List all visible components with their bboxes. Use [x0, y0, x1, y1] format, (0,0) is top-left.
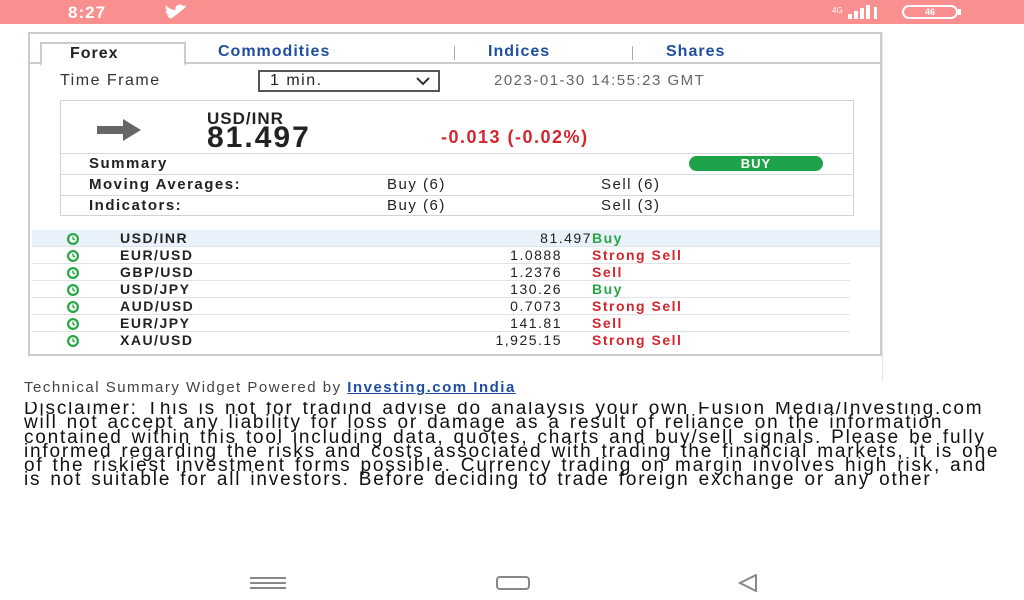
clock-icon: [67, 233, 79, 245]
pair-change: -0.013 (-0.02%): [441, 127, 589, 147]
indicators-sell: Sell (3): [601, 197, 661, 214]
arrow-right-icon: [97, 119, 141, 141]
table-row[interactable]: XAU/USD 1,925.15 Strong Sell: [32, 332, 850, 349]
table-row[interactable]: EUR/USD 1.0888 Strong Sell: [32, 247, 850, 264]
battery-tip: [958, 9, 961, 15]
quote-symbol: AUD/USD: [120, 298, 195, 314]
powered-by: Technical Summary Widget Powered by Inve…: [24, 379, 516, 396]
tab-label: Forex: [70, 45, 119, 62]
moving-averages-sell: Sell (6): [601, 176, 661, 193]
table-row[interactable]: EUR/JPY 141.81 Sell: [32, 315, 850, 332]
time-frame-select[interactable]: 1 min.: [258, 70, 440, 92]
quote-value: 130.26: [510, 281, 562, 297]
quote-symbol: EUR/USD: [120, 247, 194, 263]
status-bar: 8:27 4G 46: [0, 0, 1024, 24]
tab-separator: [632, 46, 633, 60]
indicators-row: Indicators: Buy (6) Sell (3): [61, 195, 853, 215]
tab-label: Indices: [488, 43, 551, 60]
quote-symbol: GBP/USD: [120, 264, 195, 280]
chevron-down-icon: [416, 77, 430, 86]
svg-text:4G: 4G: [832, 6, 843, 15]
quote-signal: Buy: [592, 281, 623, 297]
summary-row: Summary BUY: [61, 153, 853, 173]
clock-icon: [67, 318, 79, 330]
moving-averages-buy: Buy (6): [387, 176, 446, 193]
moving-averages-label: Moving Averages:: [89, 176, 242, 193]
time-frame-value: 1 min.: [270, 72, 323, 89]
indicators-buy: Buy (6): [387, 197, 446, 214]
quote-value: 1,925.15: [495, 332, 562, 348]
table-row[interactable]: USD/JPY 130.26 Buy: [32, 281, 850, 298]
quote-value: 1.2376: [510, 264, 562, 280]
investing-link[interactable]: Investing.com India: [347, 379, 516, 396]
tab-forex[interactable]: Forex: [40, 42, 186, 66]
time-frame-label: Time Frame: [60, 72, 161, 89]
quote-signal: Strong Sell: [592, 298, 683, 314]
quote-signal: Buy: [592, 230, 623, 246]
market-tabs: Forex Commodities Indices Shares: [30, 42, 880, 66]
twitter-icon: [165, 4, 187, 19]
quote-symbol: USD/JPY: [120, 281, 191, 297]
tab-shares[interactable]: Shares: [666, 42, 725, 64]
tab-indices[interactable]: Indices: [488, 42, 550, 64]
quote-value: 0.7073: [510, 298, 562, 314]
clock-icon: [67, 335, 79, 347]
quote-symbol: USD/INR: [120, 230, 189, 246]
clock-icon: [67, 267, 79, 279]
indicators-label: Indicators:: [89, 197, 183, 214]
summary-signal-badge: BUY: [689, 156, 823, 171]
quote-symbol: XAU/USD: [120, 332, 194, 348]
quote-value: 1.0888: [510, 247, 562, 263]
quote-signal: Strong Sell: [592, 332, 683, 348]
quote-signal: Strong Sell: [592, 247, 683, 263]
table-row[interactable]: AUD/USD 0.7073 Strong Sell: [32, 298, 850, 315]
quote-signal: Sell: [592, 264, 623, 280]
clock-icon: [67, 284, 79, 296]
quote-signal: Sell: [592, 315, 623, 331]
navigation-bar: [0, 566, 1024, 600]
battery-level: 46: [924, 7, 935, 17]
table-row[interactable]: USD/INR 81.497 Buy: [32, 230, 880, 247]
table-row[interactable]: GBP/USD 1.2376 Sell: [32, 264, 850, 281]
pair-summary: USD/INR 81.497 -0.013 (-0.02%) Summary B…: [60, 100, 854, 216]
tab-label: Commodities: [218, 43, 331, 60]
back-icon[interactable]: [738, 574, 758, 592]
tab-commodities[interactable]: Commodities: [218, 42, 330, 64]
recent-apps-icon[interactable]: [250, 576, 286, 590]
pair-price: 81.497: [207, 121, 311, 154]
technical-summary-widget: Forex Commodities Indices Shares Time Fr…: [28, 32, 882, 356]
powered-by-text: Technical Summary Widget Powered by: [24, 379, 348, 396]
tab-separator: [454, 46, 455, 60]
quote-value: 81.497: [540, 230, 592, 246]
clock-icon: [67, 250, 79, 262]
disclaimer-text: Disclaimer: This is not for tradind advi…: [24, 402, 1000, 491]
summary-label: Summary: [89, 155, 168, 172]
status-time: 8:27: [68, 3, 107, 22]
timestamp: 2023-01-30 14:55:23 GMT: [494, 72, 706, 89]
tab-label: Shares: [666, 43, 726, 60]
signal-icon: 4G: [832, 5, 877, 19]
home-icon[interactable]: [496, 576, 530, 590]
widget-frame-edge: [882, 32, 934, 382]
quote-symbol: EUR/JPY: [120, 315, 191, 331]
quote-value: 141.81: [510, 315, 562, 331]
battery-icon: 46: [902, 5, 958, 19]
moving-averages-row: Moving Averages: Buy (6) Sell (6): [61, 174, 853, 194]
clock-icon: [67, 301, 79, 313]
